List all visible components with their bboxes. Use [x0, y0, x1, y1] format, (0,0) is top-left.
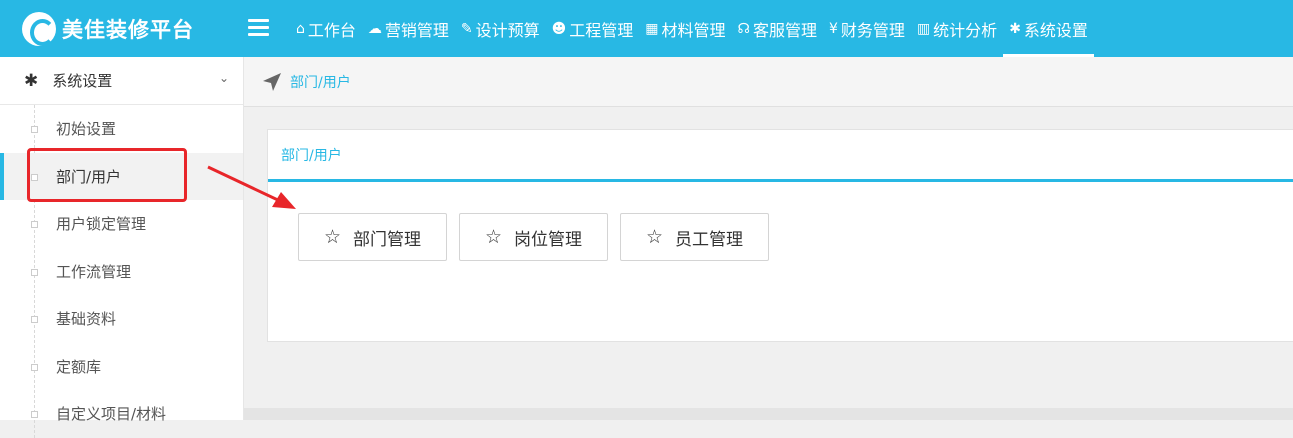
nav-item-system-settings[interactable]: ✱ 系统设置 [1003, 0, 1094, 57]
bullet-icon [31, 411, 38, 418]
sidebar-item-quota-library[interactable]: 定额库 [0, 343, 243, 391]
nav-item-workbench[interactable]: ⌂ 工作台 [290, 0, 362, 57]
nav-item-customer-service[interactable]: ☊ 客服管理 [732, 0, 823, 57]
sidebar-item-label: 自定义项目/材料 [56, 405, 167, 424]
logo-icon [22, 12, 56, 46]
star-icon: ☆ [323, 226, 342, 248]
nav-item-marketing[interactable]: ☁ 营销管理 [362, 0, 455, 57]
nav-label: 设计预算 [475, 20, 540, 40]
logo-text: 美佳装修平台 [62, 18, 194, 42]
chevron-down-icon: ⌄ [218, 71, 229, 85]
sidebar-item-label: 初始设置 [56, 120, 117, 139]
sidebar-item-custom-items[interactable]: 自定义项目/材料 [0, 390, 243, 438]
dept-management-button[interactable]: ☆ 部门管理 [298, 213, 447, 261]
home-icon: ⌂ [296, 20, 305, 37]
button-label: 员工管理 [675, 229, 744, 250]
location-arrow-icon [263, 72, 281, 91]
panel-title: 部门/用户 [281, 147, 342, 164]
nav-item-statistics[interactable]: ▥ 统计分析 [911, 0, 1003, 57]
nav-label: 系统设置 [1023, 20, 1088, 40]
bullet-icon [31, 126, 38, 133]
nav-item-materials[interactable]: ▦ 材料管理 [639, 0, 731, 57]
nav-label: 统计分析 [933, 20, 998, 40]
logo[interactable]: 美佳装修平台 [22, 9, 194, 49]
breadcrumb: 部门/用户 [244, 57, 1293, 107]
comments-icon: ☁ [367, 20, 382, 37]
breadcrumb-text[interactable]: 部门/用户 [290, 72, 351, 92]
sidebar-item-initial-settings[interactable]: 初始设置 [0, 105, 243, 153]
nav-label: 客服管理 [752, 20, 817, 40]
grid-icon: ▦ [645, 20, 659, 37]
gear-icon: ✱ [24, 70, 39, 91]
nav-label: 材料管理 [661, 20, 726, 40]
bar-chart-icon: ▥ [916, 20, 931, 37]
bullet-icon [31, 316, 38, 323]
edit-icon: ✎ [460, 20, 473, 37]
sidebar: ✱ 系统设置 ⌄ 初始设置 部门/用户 用户锁定管理 工作流管理 基础资料 定额… [0, 57, 244, 438]
nav-label: 工程管理 [569, 20, 634, 40]
nav-label: 营销管理 [384, 20, 449, 40]
nav-item-design-budget[interactable]: ✎ 设计预算 [455, 0, 546, 57]
sidebar-group-title: 系统设置 [52, 72, 113, 90]
sidebar-item-label: 工作流管理 [56, 262, 132, 281]
sidebar-item-label: 基础资料 [56, 310, 117, 329]
top-navbar: 美佳装修平台 ⌂ 工作台 ☁ 营销管理 ✎ 设计预算 ☻ 工程管理 ▦ 材料管理… [0, 0, 1293, 57]
nav-item-engineering[interactable]: ☻ 工程管理 [546, 0, 640, 57]
sidebar-item-user-lock[interactable]: 用户锁定管理 [0, 200, 243, 248]
sidebar-item-workflow[interactable]: 工作流管理 [0, 248, 243, 296]
sidebar-item-label: 定额库 [56, 357, 102, 376]
button-label: 部门管理 [353, 229, 422, 250]
panel-header: 部门/用户 [268, 130, 1293, 182]
nav-label: 工作台 [307, 20, 356, 40]
bottom-scroll-area [244, 408, 1293, 420]
bullet-icon [31, 268, 38, 276]
star-icon: ☆ [484, 226, 503, 248]
action-buttons: ☆ 部门管理 ☆ 岗位管理 ☆ 员工管理 [298, 213, 781, 261]
annotation-highlight-box [27, 148, 187, 202]
users-icon: ☻ [551, 20, 567, 37]
bullet-icon [31, 221, 38, 228]
button-label: 岗位管理 [514, 229, 583, 250]
sidebar-group-header[interactable]: ✱ 系统设置 ⌄ [0, 57, 243, 105]
headset-icon: ☊ [737, 20, 750, 37]
yen-icon: ¥ [829, 20, 838, 37]
sidebar-item-basic-data[interactable]: 基础资料 [0, 295, 243, 343]
content-panel: 部门/用户 ☆ 部门管理 ☆ 岗位管理 ☆ 员工管理 [267, 129, 1293, 342]
position-management-button[interactable]: ☆ 岗位管理 [459, 213, 608, 261]
main-nav: ⌂ 工作台 ☁ 营销管理 ✎ 设计预算 ☻ 工程管理 ▦ 材料管理 ☊ 客服管理… [290, 0, 1094, 57]
nav-label: 财务管理 [840, 20, 905, 40]
nav-item-finance[interactable]: ¥ 财务管理 [823, 0, 911, 57]
menu-toggle-icon[interactable] [248, 19, 269, 36]
sidebar-item-label: 用户锁定管理 [56, 215, 147, 234]
employee-management-button[interactable]: ☆ 员工管理 [620, 213, 769, 261]
star-icon: ☆ [645, 226, 664, 248]
gear-icon: ✱ [1009, 20, 1021, 37]
bullet-icon [31, 363, 38, 371]
